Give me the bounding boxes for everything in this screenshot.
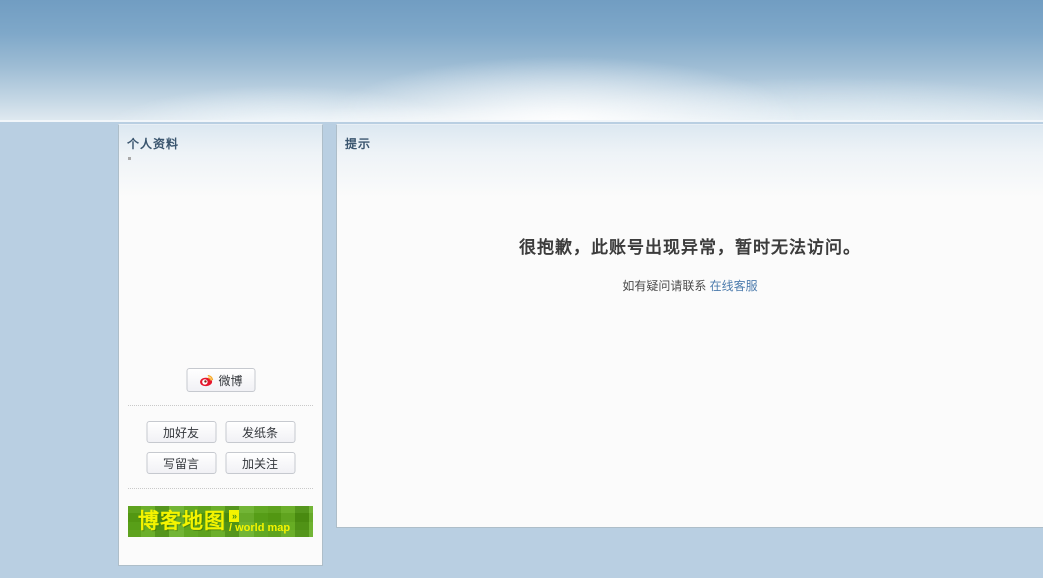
sidebar-title: 个人资料	[119, 125, 322, 152]
blog-map-subtitle: / world map	[229, 522, 290, 534]
blog-map-title: 博客地图	[138, 511, 226, 532]
add-friend-button[interactable]: 加好友	[146, 421, 216, 443]
account-error-message: 很抱歉，此账号出现异常，暂时无法访问。	[337, 233, 1043, 258]
contact-line: 如有疑问请联系 在线客服	[337, 277, 1043, 294]
dotted-separator	[128, 488, 313, 489]
weibo-eye-icon	[198, 372, 214, 388]
weibo-button-label: 微博	[218, 372, 242, 389]
send-note-button[interactable]: 发纸条	[225, 421, 295, 443]
blog-map-banner[interactable]: 博客地图 » / world map	[128, 506, 313, 537]
profile-action-buttons: 加好友 发纸条 写留言 加关注	[146, 421, 295, 474]
dotted-separator	[128, 405, 313, 406]
contact-prefix-text: 如有疑问请联系	[622, 279, 709, 293]
weibo-button[interactable]: 微博	[186, 368, 255, 392]
online-service-link[interactable]: 在线客服	[710, 279, 758, 293]
sky-cloud-header	[0, 0, 1043, 122]
profile-sidebar: 个人资料 微博 加好友 发纸条 写留言 加关注 博客地图 » / world m…	[118, 124, 323, 566]
follow-button[interactable]: 加关注	[225, 452, 295, 474]
write-message-button[interactable]: 写留言	[146, 452, 216, 474]
blog-map-caption: » / world map	[229, 510, 290, 534]
notice-panel: 提示 很抱歉，此账号出现异常，暂时无法访问。 如有疑问请联系 在线客服	[336, 124, 1043, 528]
notice-title: 提示	[337, 125, 1043, 152]
avatar-placeholder-dot	[128, 157, 131, 160]
double-arrow-icon: »	[229, 510, 239, 522]
